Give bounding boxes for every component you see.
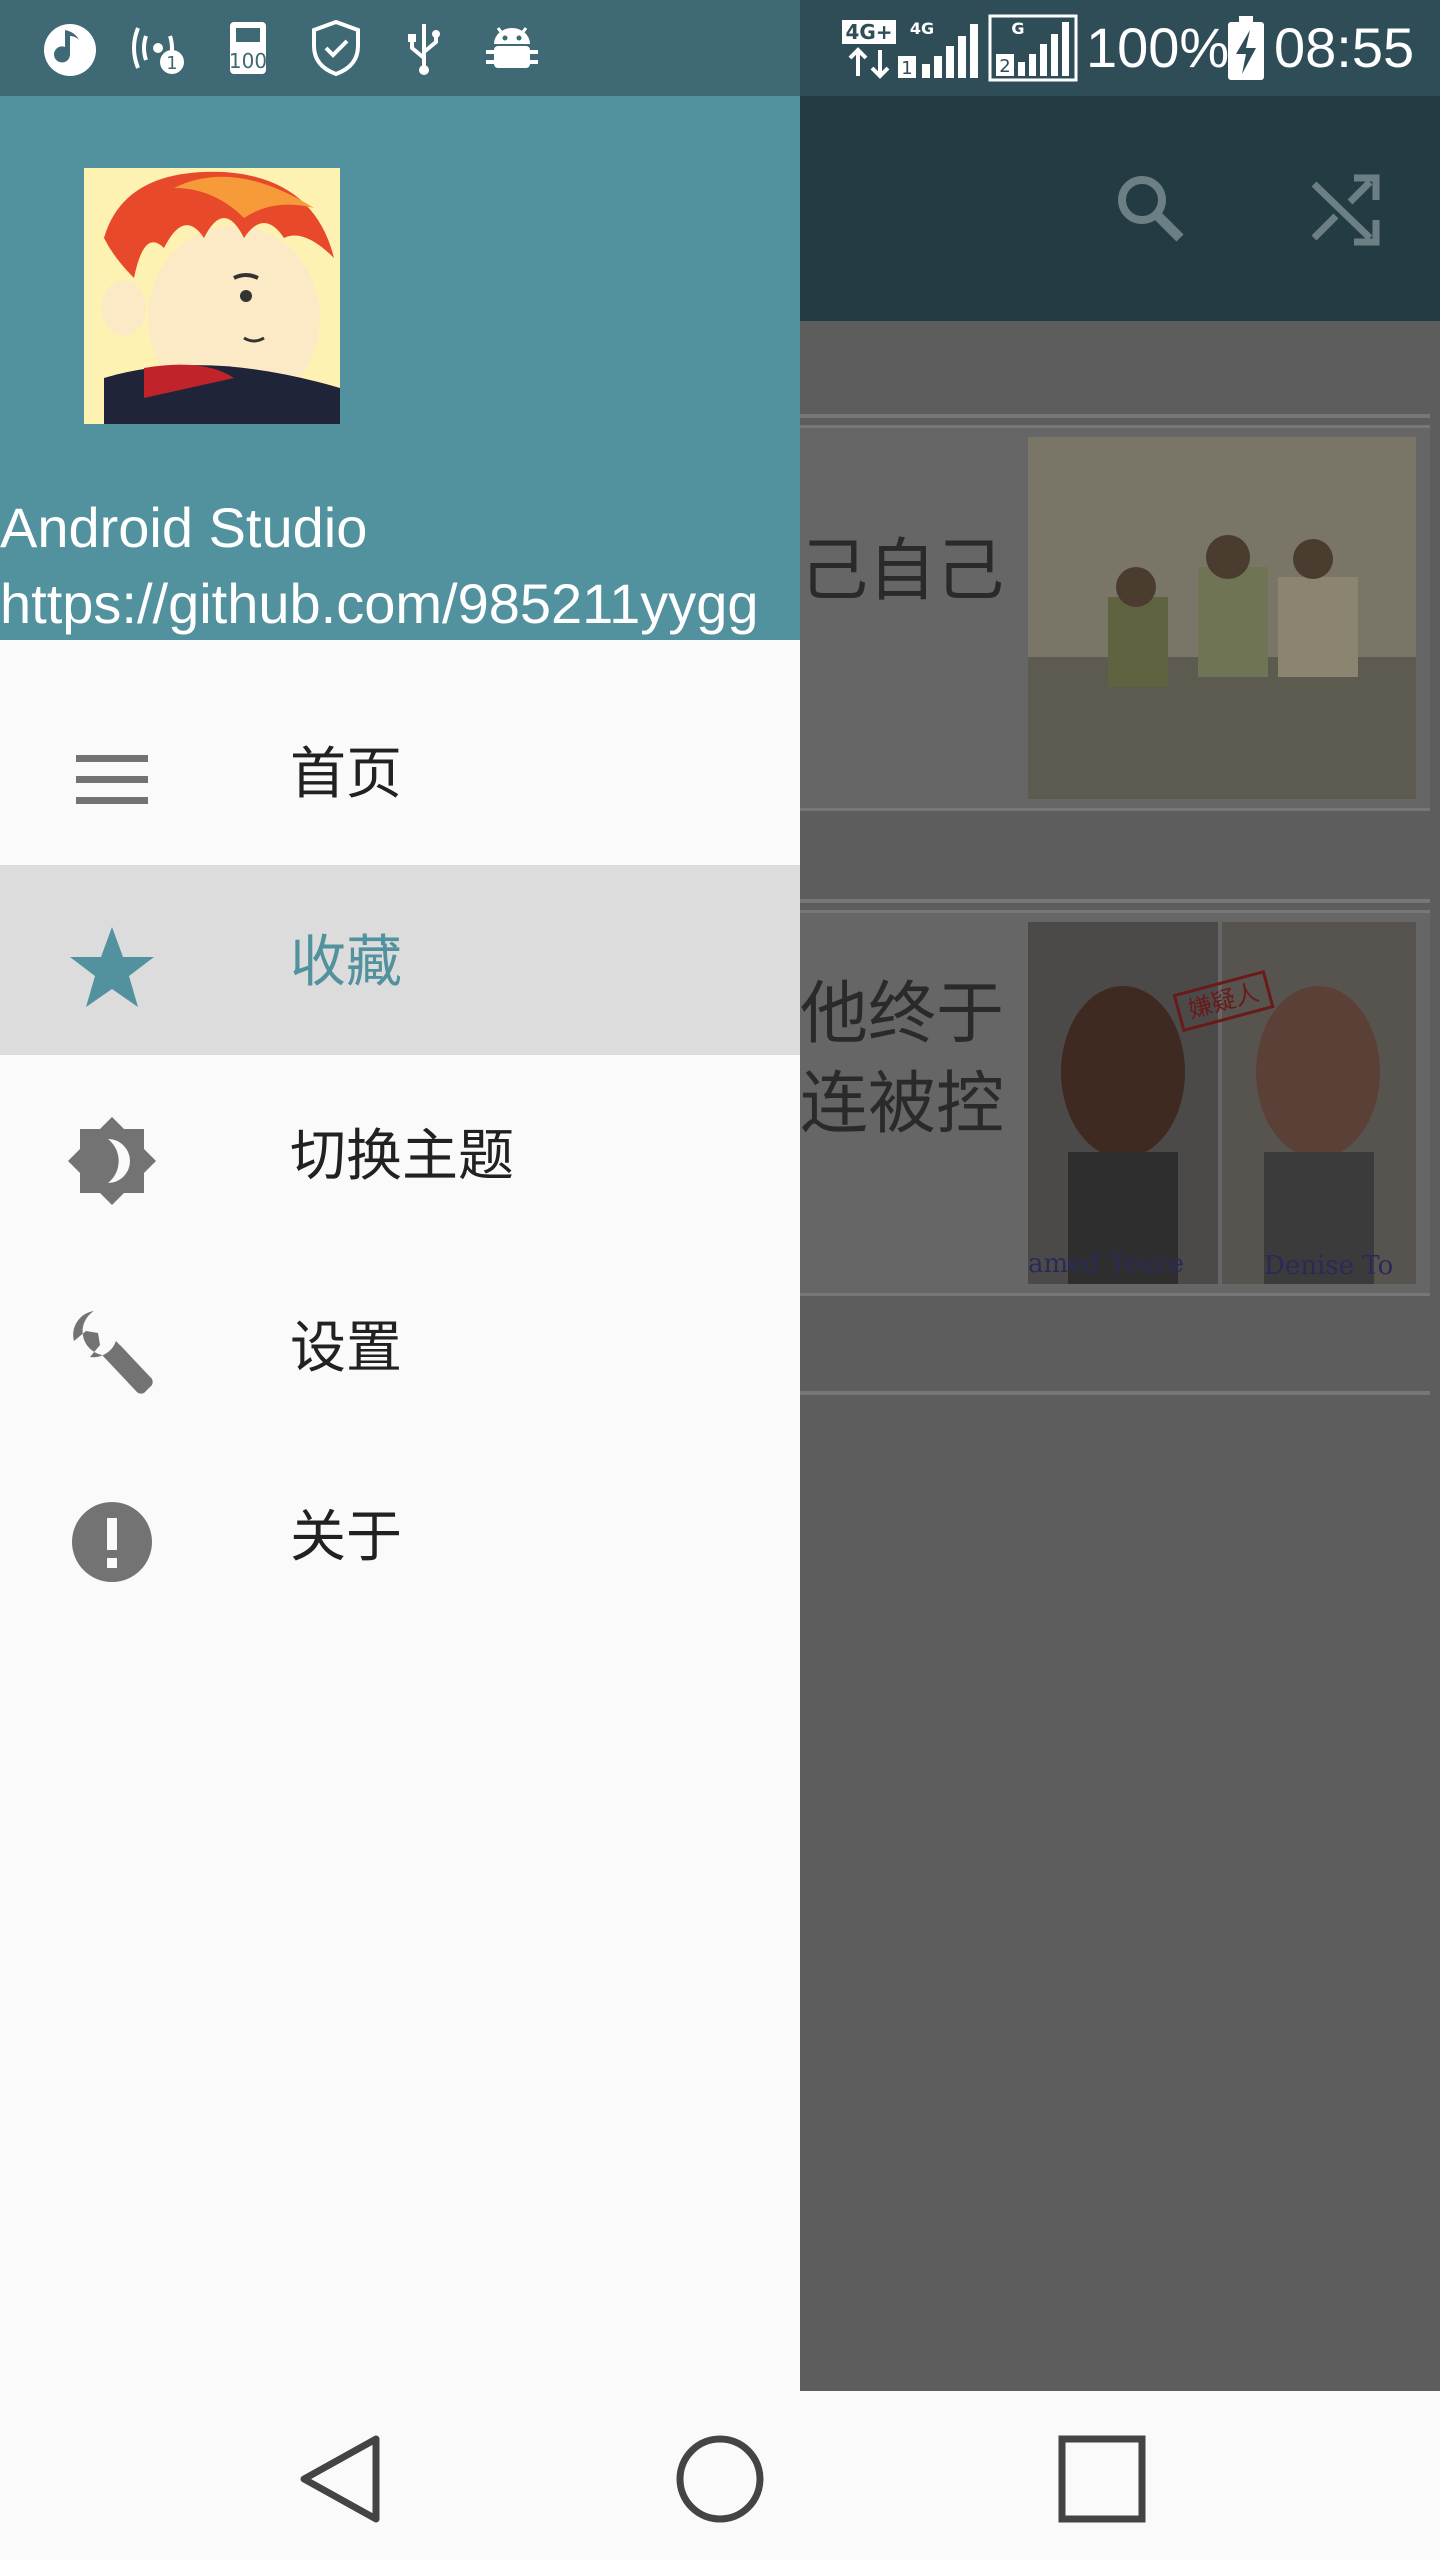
drawer-item-label: 收藏 [290,930,402,995]
star-icon [70,927,154,1007]
drawer-header: Android Studio https://github.com/985211… [0,96,800,640]
home-button[interactable] [670,2429,770,2529]
drawer-item-label: 关于 [290,1505,402,1570]
svg-text:amed Toure: amed Toure [1028,1249,1184,1279]
avatar[interactable] [84,168,340,424]
back-button[interactable] [290,2429,390,2529]
battery-charging-icon [1228,16,1264,80]
avatar-image [84,168,340,424]
news-card-image: 嫌疑人 amed Toure Denise To [1028,922,1416,1284]
search-icon[interactable] [1110,168,1190,248]
news-card-2[interactable]: 他终于 连被控 嫌疑人 amed Toure Denise To [800,910,1430,1296]
system-navigation-bar [0,2391,1440,2560]
menu-icon [76,755,148,804]
navigation-drawer: Android Studio https://github.com/985211… [0,96,800,2391]
signal-sim2-icon: G 2 [988,14,1078,82]
info-icon [72,1502,152,1582]
news-card-title-line-2: 连被控 [800,1065,1005,1144]
status-bar-left: 1 100 [0,0,800,96]
account-url[interactable]: https://github.com/985211yygg [0,572,759,636]
battery-percent: 100% [1086,16,1230,79]
status-bar: 1 100 4G+ 4G 1 G 2 100% 08:55 [0,0,1440,96]
svg-text:G: G [1011,19,1024,38]
news-card-1[interactable]: 己自己 [800,425,1430,811]
recents-button[interactable] [1052,2429,1152,2529]
drawer-item-home[interactable]: 首页 [0,677,800,867]
drawer-item-label: 切换主题 [290,1124,514,1189]
shuffle-icon[interactable] [1306,168,1386,248]
drawer-item-label: 设置 [290,1316,402,1381]
drawer-item-about[interactable]: 关于 [0,1440,800,1630]
svg-text:100: 100 [229,49,267,73]
svg-text:2: 2 [999,56,1010,77]
account-name: Android Studio [0,496,368,559]
divider [800,414,1430,418]
wrench-icon [73,1311,153,1394]
news-card-image [1028,437,1416,799]
brightness-icon [68,1117,156,1205]
svg-text:1: 1 [901,58,912,79]
usb-icon [408,24,440,75]
android-debug-icon [486,27,538,68]
svg-text:4G: 4G [910,19,934,38]
drawer-item-favorites[interactable]: 收藏 [0,865,800,1055]
music-icon [44,24,96,76]
clock: 08:55 [1274,16,1415,79]
svg-text:1: 1 [166,53,177,74]
drawer-item-settings[interactable]: 设置 [0,1251,800,1441]
drawer-item-label: 首页 [290,742,402,807]
divider [800,1391,1430,1395]
storage-100-icon: 100 [229,22,267,74]
shield-icon [312,19,360,77]
news-card-title: 己自己 [800,532,1005,611]
wifi-hotspot-icon: 1 [132,27,184,74]
signal-sim1-icon: 4G 1 [898,19,978,79]
drawer-item-switch-theme[interactable]: 切换主题 [0,1059,800,1249]
svg-text:Denise To: Denise To [1264,1251,1393,1281]
network-4g-plus-icon: 4G+ [842,20,896,79]
news-card-title-line-1: 他终于 [800,975,1005,1054]
svg-text:4G+: 4G+ [845,20,892,44]
divider [800,899,1430,903]
